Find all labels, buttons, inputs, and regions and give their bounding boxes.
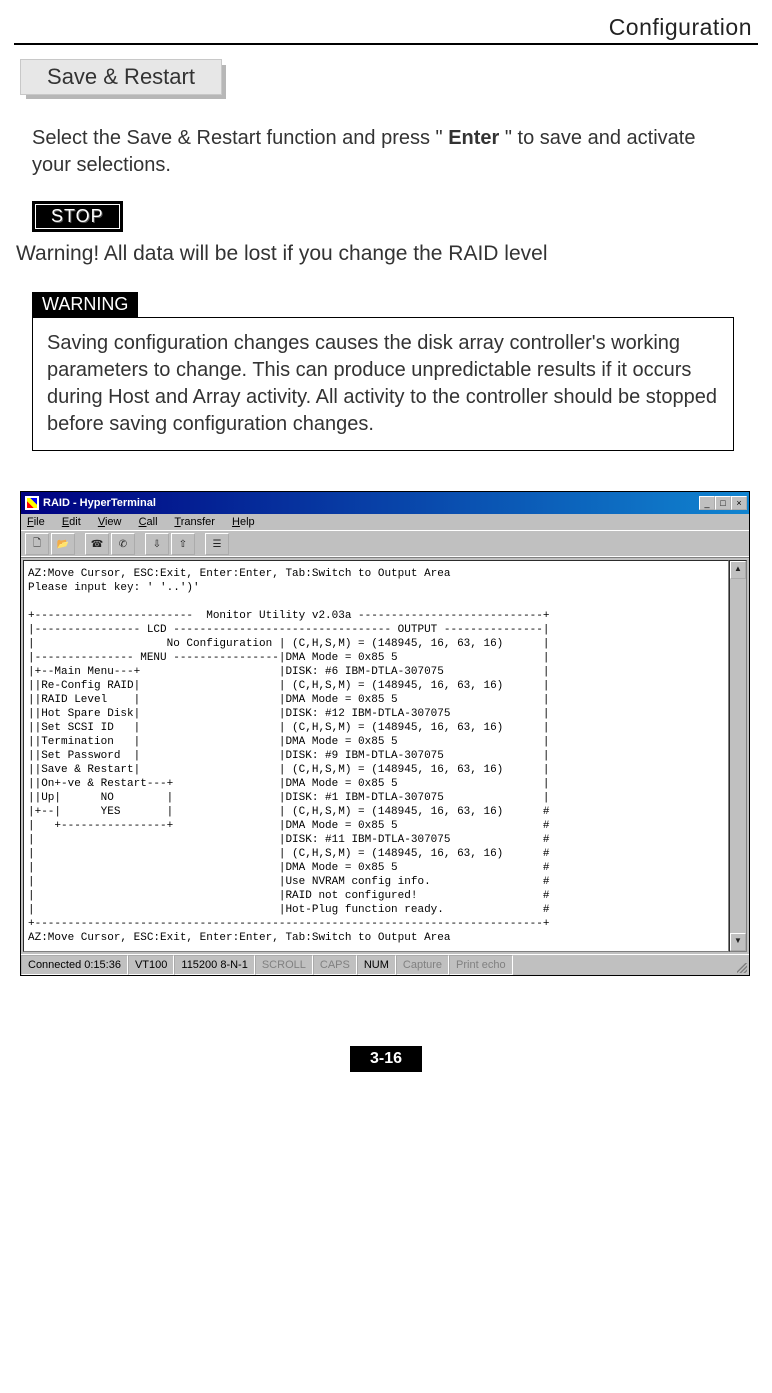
hyperterminal-window: RAID - HyperTerminal _ □ × File Edit Vie… [20,491,750,976]
toolbar-new-icon[interactable]: 🗋 [25,533,49,555]
toolbar: 🗋 📂 ☎ ✆ ⇩ ⇧ ☰ [21,531,749,558]
scroll-down-icon[interactable]: ▼ [730,933,746,951]
warning-box: Saving configuration changes causes the … [32,317,734,451]
status-print: Print echo [449,955,513,975]
toolbar-disconnect-icon[interactable]: ✆ [111,533,135,555]
toolbar-properties-icon[interactable]: ☰ [205,533,229,555]
toolbar-open-icon[interactable]: 📂 [51,533,75,555]
page-number: 3-16 [350,1046,422,1072]
status-capture: Capture [396,955,449,975]
app-icon [25,496,39,510]
intro-pre: Select the Save & Restart function and p… [32,127,448,149]
intro-paragraph: Select the Save & Restart function and p… [32,125,734,179]
maximize-button[interactable]: □ [715,496,731,510]
stop-warning-text: Warning! All data will be lost if you ch… [16,242,752,266]
status-bar: Connected 0:15:36 VT100 115200 8-N-1 SCR… [21,954,749,975]
menu-transfer[interactable]: Transfer [174,516,215,528]
intro-key: Enter [448,127,499,149]
close-button[interactable]: × [731,496,747,510]
status-scroll: SCROLL [255,955,313,975]
status-caps: CAPS [313,955,357,975]
toolbar-send-icon[interactable]: ⇩ [145,533,169,555]
menu-bar[interactable]: File Edit View Call Transfer Help [21,514,749,531]
menu-help[interactable]: Help [232,516,255,528]
window-title: RAID - HyperTerminal [43,497,699,509]
menu-file[interactable]: File [27,516,45,528]
section-title-wrap: Save & Restart [20,59,220,97]
scroll-up-icon[interactable]: ▲ [730,561,746,579]
header-rule [14,43,758,45]
section-title: Save & Restart [20,59,222,95]
stop-badge: STOP [32,201,123,232]
menu-edit[interactable]: Edit [62,516,81,528]
terminal-output[interactable]: AZ:Move Cursor, ESC:Exit, Enter:Enter, T… [23,560,729,952]
vertical-scrollbar[interactable]: ▲ ▼ [729,560,747,952]
status-baud: 115200 8-N-1 [174,955,254,975]
minimize-button[interactable]: _ [699,496,715,510]
status-emulation: VT100 [128,955,174,975]
toolbar-receive-icon[interactable]: ⇧ [171,533,195,555]
page-header-title: Configuration [14,14,752,41]
resize-grip-icon[interactable] [731,955,749,975]
toolbar-connect-icon[interactable]: ☎ [85,533,109,555]
warning-badge: WARNING [32,292,138,317]
menu-call[interactable]: Call [139,516,158,528]
window-titlebar[interactable]: RAID - HyperTerminal _ □ × [21,492,749,514]
status-num: NUM [357,955,396,975]
menu-view[interactable]: View [98,516,122,528]
status-connected: Connected 0:15:36 [21,955,128,975]
